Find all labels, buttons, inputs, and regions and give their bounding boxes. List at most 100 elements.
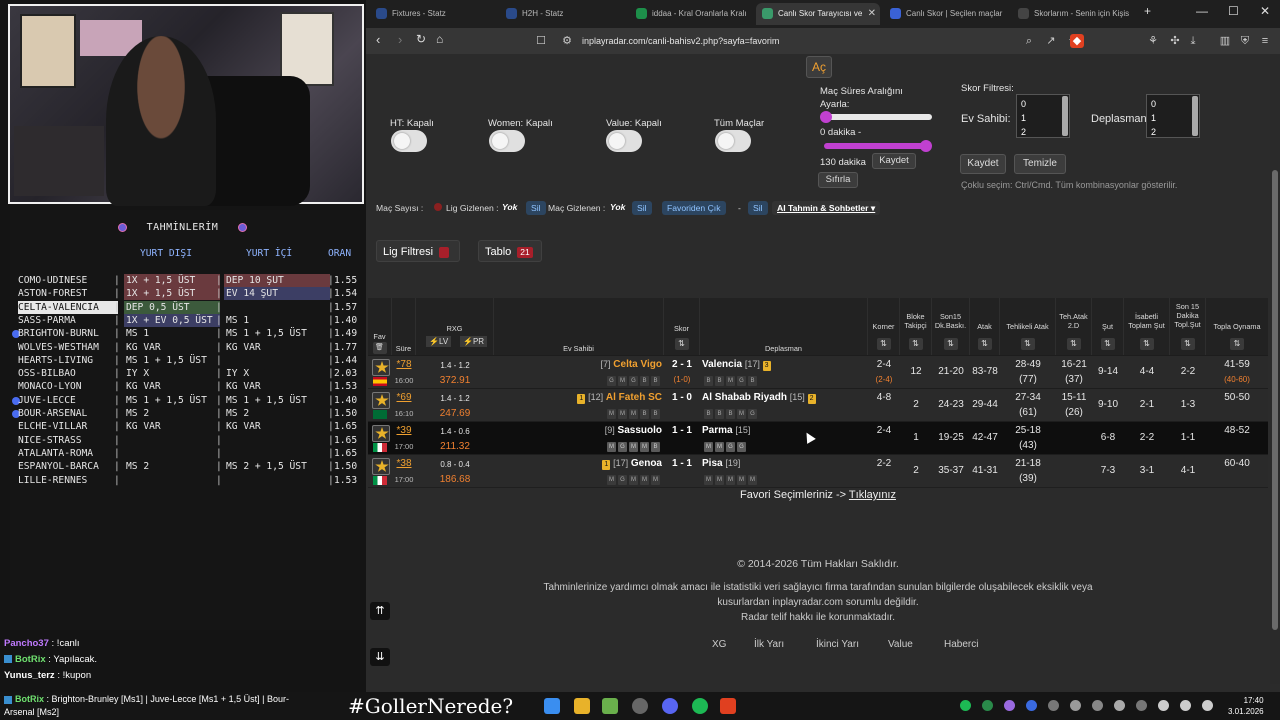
home-icon[interactable]: ⌂ [436,32,443,46]
discord-icon[interactable] [662,698,678,714]
save-range-button[interactable]: Kaydet [872,153,916,169]
tab-h2h[interactable]: H2H - Statz [500,3,622,25]
menu-icon[interactable]: ≡ [1258,34,1272,48]
minimize-icon[interactable]: — [1196,4,1208,18]
tab-skorlarim[interactable]: Skorlarım - Senin için Kişis [1012,3,1134,25]
match-row[interactable]: *38 17:00 0.8 - 0.4 186.68 1 [17] Genoa M G M M M… [368,454,1268,487]
bluetooth-icon[interactable] [1026,700,1037,711]
vpn-icon[interactable]: ⛨ [1238,34,1252,48]
sort-icon[interactable]: ⇅ [943,338,958,350]
spotify-tray-icon[interactable] [960,700,971,711]
sort-icon[interactable]: ⇅ [674,338,689,350]
match-minute[interactable]: *78 [392,359,416,370]
list-option[interactable]: 1 [1151,111,1195,125]
reload-icon[interactable]: ↻ [416,32,426,46]
range-min-knob[interactable] [820,111,832,123]
home-team[interactable]: [7] Celta Vigo [494,359,662,370]
match-row[interactable]: *39 17:00 1.4 - 0.6 211.32 [9] Sassuolo M G M M B… [368,421,1268,454]
sort-icon[interactable]: ⇅ [1020,338,1035,350]
match-row[interactable]: *78 16:00 1.4 - 1.2 372.91 [7] Celta Vigo G M G… [368,355,1268,388]
obs-icon[interactable] [632,698,648,714]
away-score-listbox[interactable]: 0 1 2 [1146,94,1200,138]
notepad-icon[interactable] [602,698,618,714]
sort-icon[interactable]: ⇅ [908,338,923,350]
listbox-scrollbar[interactable] [1192,96,1198,136]
address-bar[interactable]: inplayradar.com/canli-bahisv2.php?sayfa=… [582,32,1082,50]
close-tab-icon[interactable]: ✕ [868,3,876,25]
list-option[interactable]: 0 [1151,97,1195,111]
match-minute[interactable]: *69 [392,392,416,403]
tray-icon[interactable] [1048,700,1059,711]
file-explorer-icon[interactable] [574,698,590,714]
home-score-listbox[interactable]: 0 1 2 [1016,94,1070,138]
windows-start-icon[interactable] [544,698,560,714]
scroll-top-button[interactable]: ⇈ [370,602,390,620]
reset-range-button[interactable]: Sıfırla [818,172,858,188]
sort-icon[interactable]: ⇅ [1100,338,1115,350]
sort-icon[interactable]: ⇅ [1230,338,1244,350]
scroll-bottom-button[interactable]: ⇊ [370,648,390,666]
tray-icon[interactable] [1114,700,1125,711]
sidebar-icon[interactable]: ▥ [1218,34,1232,48]
footer-link-haberci[interactable]: Haberci [944,639,978,650]
close-window-icon[interactable]: ✕ [1260,4,1270,18]
list-option[interactable]: 0 [1021,97,1065,111]
tab-secilen-maclar[interactable]: Canlı Skor | Seçilen maçlar [884,3,1006,25]
wifi-icon[interactable] [1158,700,1169,711]
remove-favorite-button[interactable]: Favoriden Çık [662,201,726,215]
download-icon[interactable]: ⤓ [1186,34,1200,48]
sort-icon[interactable]: ⇅ [876,338,891,350]
league-filter-button[interactable]: Lig Filtresi [376,240,460,262]
tray-icon[interactable] [982,700,993,711]
list-option[interactable]: 1 [1021,111,1065,125]
page-scrollbar[interactable] [1270,54,1280,684]
clear-league-hidden-button[interactable]: Sil [526,201,546,215]
forward-icon[interactable]: › [398,32,402,47]
away-team[interactable]: Al Shabab Riyadh [15] 2 [702,392,816,404]
back-icon[interactable]: ‹ [376,32,380,47]
footer-link-value[interactable]: Value [888,639,913,650]
home-team[interactable]: 1 [12] Al Fateh SC [494,392,662,404]
puzzle-icon[interactable]: ✣ [1168,34,1182,48]
bookmark-icon[interactable]: ☐ [534,34,548,48]
volume-icon[interactable] [1180,700,1191,711]
brave-icon[interactable] [720,698,736,714]
clear-score-filter-button[interactable]: Temizle [1014,154,1066,174]
match-minute[interactable]: *38 [392,458,416,469]
trash-icon[interactable]: 🗑 [372,342,387,354]
sort-icon[interactable]: ⇅ [977,338,992,350]
match-row[interactable]: *69 16:10 1.4 - 1.2 247.69 1 [12] Al Fateh S… [368,388,1268,421]
tab-iddaa[interactable]: iddaa - Kral Oranlarla Kralı [630,3,752,25]
home-team[interactable]: 1 [17] Genoa [494,458,662,470]
share-icon[interactable]: ↗ [1044,34,1058,48]
sort-icon[interactable]: ⇅ [1139,338,1154,350]
tray-icon[interactable] [1070,700,1081,711]
tray-icon[interactable] [1136,700,1147,711]
away-team[interactable]: Pisa [19] [702,458,740,469]
sort-icon[interactable]: ⇅ [1066,338,1081,350]
all-matches-toggle[interactable] [715,130,751,152]
clear-favorites-button[interactable]: Sil [748,201,768,215]
listbox-scrollbar[interactable] [1062,96,1068,136]
footer-link-xg[interactable]: XG [712,639,726,650]
ai-chat-dropdown[interactable]: AI Tahmin & Sohbetler ▾ [772,201,881,215]
tray-icon[interactable] [1004,700,1015,711]
away-team[interactable]: Parma [15] [702,425,750,436]
list-option[interactable]: 2 [1151,125,1195,139]
clear-match-hidden-button[interactable]: Sil [632,201,652,215]
site-info-icon[interactable]: ⚙ [560,34,574,48]
sort-pr[interactable]: ⚡PR [460,336,488,347]
tab-canli-skor-active[interactable]: Canlı Skor Tarayıcısı ve ✕ [756,3,880,25]
home-team[interactable]: [9] Sassuolo [494,425,662,436]
women-toggle[interactable] [489,130,525,152]
system-clock[interactable]: 17:40 3.01.2026 [1228,695,1264,717]
table-button[interactable]: Tablo 21 [478,240,542,262]
sort-icon[interactable]: ⇅ [1180,338,1195,350]
new-tab-button[interactable]: + [1144,4,1151,18]
footer-link-ikinci-yari[interactable]: İkinci Yarı [816,639,859,650]
zoom-icon[interactable]: ⌕ [1022,34,1036,48]
battery-icon[interactable] [1202,700,1213,711]
list-option[interactable]: 2 [1021,125,1065,139]
tab-fixtures[interactable]: Fixtures - Statz [370,3,492,25]
range-max-slider[interactable] [824,143,930,149]
